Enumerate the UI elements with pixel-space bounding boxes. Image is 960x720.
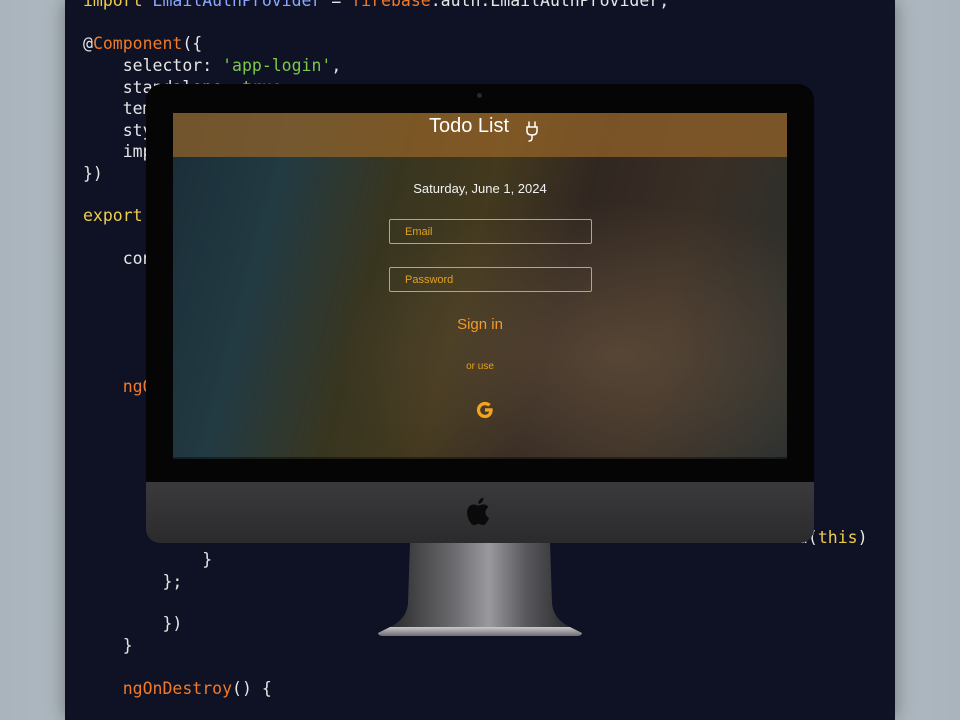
sign-in-button[interactable]: Sign in <box>457 316 503 333</box>
app-screen: Todo List Saturday, June 1, 2024 Sign in… <box>173 113 787 459</box>
code-line-styles: sty <box>83 121 153 140</box>
code-line-ngoninit: ngO <box>122 377 153 396</box>
code-line-close-brace-2: }; <box>83 572 183 591</box>
sign-in-row: Sign in <box>173 316 787 333</box>
password-field[interactable] <box>389 267 592 292</box>
google-icon[interactable] <box>474 399 496 421</box>
code-line-imports: imp <box>83 142 153 161</box>
monitor-stand <box>378 543 582 636</box>
current-date: Saturday, June 1, 2024 <box>413 181 547 196</box>
code-line-export: export <box>83 206 143 225</box>
email-field[interactable] <box>389 219 592 244</box>
code-line-template: tem <box>83 99 153 118</box>
code-line-import: import EmailAuthProvider = firebase.auth… <box>83 0 670 10</box>
camera-icon <box>477 93 482 98</box>
code-line-selector: selector: 'app-login', <box>83 56 342 75</box>
code-line-component: @Component({ <box>83 34 203 53</box>
code-line-close-decorator: }) <box>83 164 103 183</box>
screen-edge <box>173 457 787 459</box>
plug-icon <box>526 121 538 142</box>
code-line-close-brace-3: } <box>83 636 133 655</box>
or-use-label: or use <box>466 361 494 372</box>
code-line-close-brace-1: } <box>83 550 213 569</box>
app-title: Todo List <box>429 115 510 137</box>
code-line-ngondestroy: ngOnDestroy() { <box>122 679 272 698</box>
apple-logo-icon <box>467 497 489 526</box>
code-line-close-paren: }) <box>83 614 183 633</box>
code-line-constructor: con <box>83 249 153 268</box>
